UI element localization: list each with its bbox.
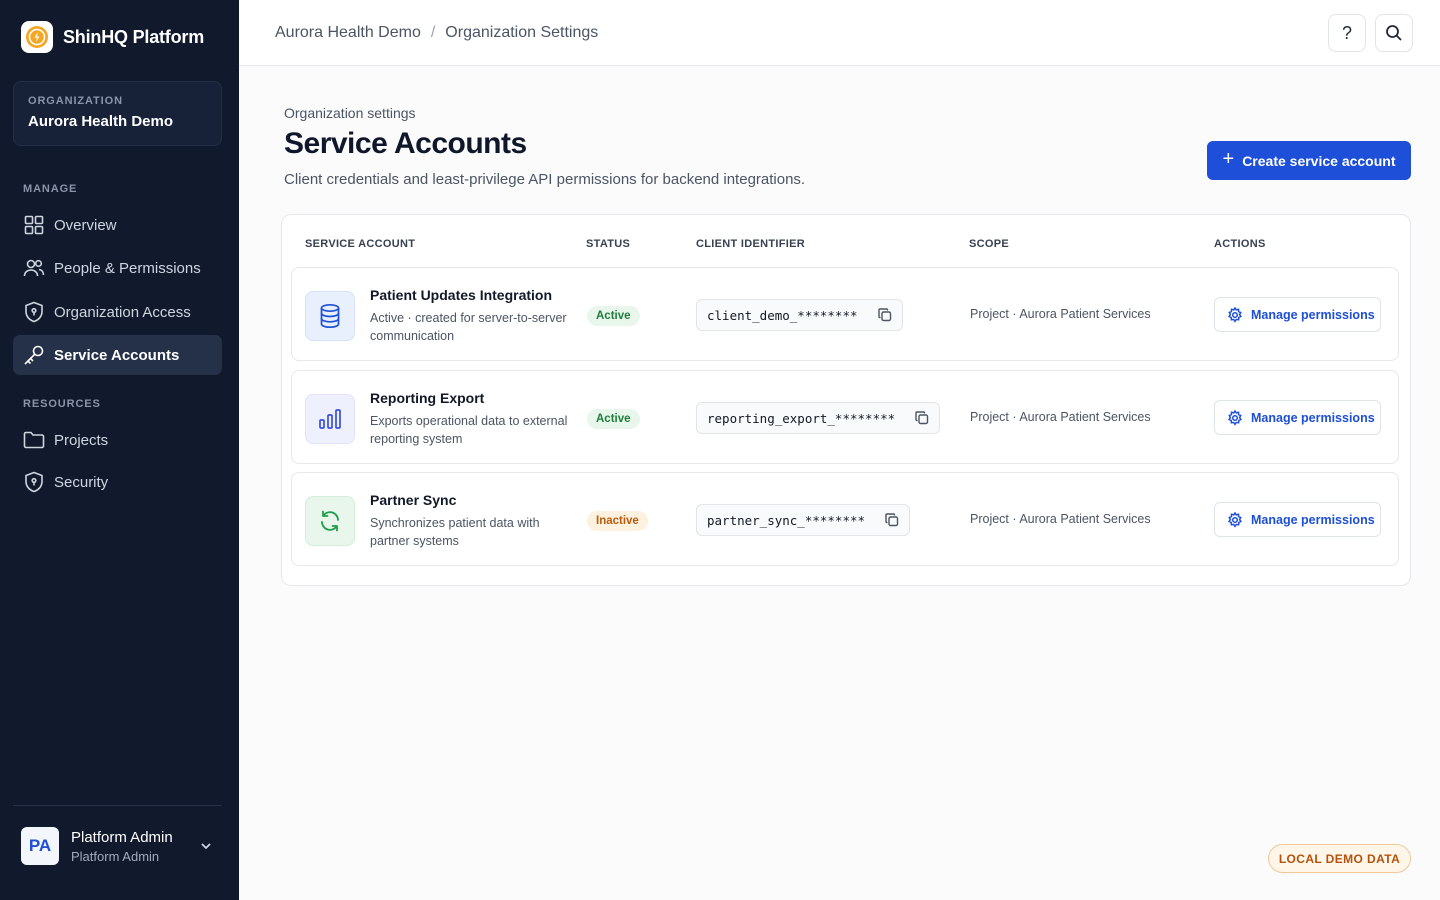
client-identifier-value: reporting_export_******** [707,410,896,426]
refresh-icon [305,496,355,546]
manage-permissions-label: Manage permissions [1251,512,1375,527]
manage-permissions-button[interactable]: Manage permissions [1214,502,1381,537]
grid-icon [23,214,45,236]
sidebar-item-security[interactable]: Security [13,462,222,502]
bolt-icon [21,21,53,53]
sidebar-item-overview[interactable]: Overview [13,205,222,245]
table-row[interactable]: Reporting Export Exports operational dat… [291,370,1399,464]
user-name: Platform Admin [71,828,173,846]
manage-permissions-button[interactable]: Manage permissions [1214,297,1381,332]
search-icon [1386,25,1402,41]
key-icon [23,344,45,366]
client-identifier: partner_sync_******** [696,504,911,536]
gear-icon [1227,511,1243,528]
user-role: Platform Admin [71,848,160,864]
breadcrumb-organization[interactable]: Aurora Health Demo [275,24,421,42]
copy-icon[interactable] [877,308,892,322]
create-service-account-button[interactable]: + Create service account [1207,141,1411,180]
client-identifier-value: client_demo_******** [707,307,858,323]
sidebar-item-people-permissions[interactable]: People & Permissions [13,248,222,288]
service-account-description: Synchronizes patient data with partner s… [370,516,540,548]
column-header-service-account: SERVICE ACCOUNT [305,238,416,250]
sidebar-item-service-accounts[interactable]: Service Accounts [13,335,222,375]
manage-permissions-button[interactable]: Manage permissions [1214,400,1381,435]
bar-chart-icon [305,394,355,444]
plus-icon: + [1222,148,1235,170]
sidebar-item-label: Service Accounts [54,346,180,364]
organization-name: Aurora Health Demo [28,113,174,130]
manage-permissions-label: Manage permissions [1251,410,1375,425]
sidebar-item-organization-access[interactable]: Organization Access [13,292,222,332]
search-button[interactable] [1375,14,1413,52]
status-badge: Active [587,306,640,326]
status-badge: Active [587,409,640,429]
sidebar-item-label: Overview [54,216,117,234]
copy-icon[interactable] [915,411,929,425]
service-account-name[interactable]: Reporting Export [370,390,484,406]
page-kicker: Organization settings [284,105,416,121]
user-menu[interactable]: PA Platform Admin Platform Admin [21,827,221,865]
manage-section-label: MANAGE [23,183,78,195]
client-identifier-value: partner_sync_******** [707,512,866,528]
service-account-name[interactable]: Partner Sync [370,492,456,508]
table-row[interactable]: Partner Sync Synchronizes patient data w… [291,472,1399,566]
service-account-description: Active · created for server-to-server co… [370,311,567,343]
service-account-name[interactable]: Patient Updates Integration [370,287,552,303]
page-description: Client credentials and least-privilege A… [284,171,806,188]
breadcrumb-current: Organization Settings [445,24,599,41]
help-icon: ? [1341,22,1352,43]
column-header-actions: ACTIONS [1214,238,1266,250]
shield-icon [23,471,45,493]
chevron-down-icon[interactable] [199,839,213,858]
manage-permissions-label: Manage permissions [1251,307,1375,322]
scope: Project · Aurora Patient Services [970,512,1151,526]
resources-section-label: RESOURCES [23,398,101,410]
gear-icon [1227,306,1243,323]
folder-icon [23,429,45,451]
create-service-account-label: Create service account [1242,152,1396,169]
column-header-client-identifier: CLIENT IDENTIFIER [696,238,805,250]
brand[interactable]: ShinHQ Platform [21,21,204,53]
avatar: PA [21,827,59,865]
client-identifier: client_demo_******** [696,299,903,331]
topbar: Aurora Health Demo / Organization Settin… [239,0,1440,66]
help-button[interactable]: ? [1328,14,1366,52]
table-row[interactable]: Patient Updates Integration Active · cre… [291,267,1399,361]
copy-icon[interactable] [885,513,899,527]
users-icon [23,257,45,279]
organization-label: ORGANIZATION [28,95,123,107]
database-icon [305,291,355,341]
status-badge: Inactive [587,511,648,531]
shield-icon [23,301,45,323]
sidebar-divider [13,805,222,806]
local-demo-data-badge: LOCAL DEMO DATA [1268,844,1411,873]
service-accounts-table: SERVICE ACCOUNT STATUS CLIENT IDENTIFIER… [281,214,1411,586]
scope: Project · Aurora Patient Services [970,410,1151,424]
breadcrumb-separator: / [430,24,436,41]
sidebar-item-label: Organization Access [54,303,191,321]
sidebar: ShinHQ Platform ORGANIZATION Aurora Heal… [0,0,239,900]
client-identifier: reporting_export_******** [696,402,941,434]
service-account-description: Exports operational data to external rep… [370,414,568,446]
breadcrumb: Aurora Health Demo / Organization Settin… [275,24,598,42]
brand-name: ShinHQ Platform [63,26,205,47]
page-title: Service Accounts [284,127,527,160]
organization-switcher[interactable]: ORGANIZATION Aurora Health Demo [13,81,222,146]
sidebar-item-label: Security [54,473,109,491]
sidebar-item-label: People & Permissions [54,259,201,277]
sidebar-item-projects[interactable]: Projects [13,420,222,460]
column-header-status: STATUS [586,238,631,250]
sidebar-item-label: Projects [54,431,109,449]
scope: Project · Aurora Patient Services [970,307,1151,321]
column-header-scope: SCOPE [969,238,1010,250]
gear-icon [1227,409,1243,426]
